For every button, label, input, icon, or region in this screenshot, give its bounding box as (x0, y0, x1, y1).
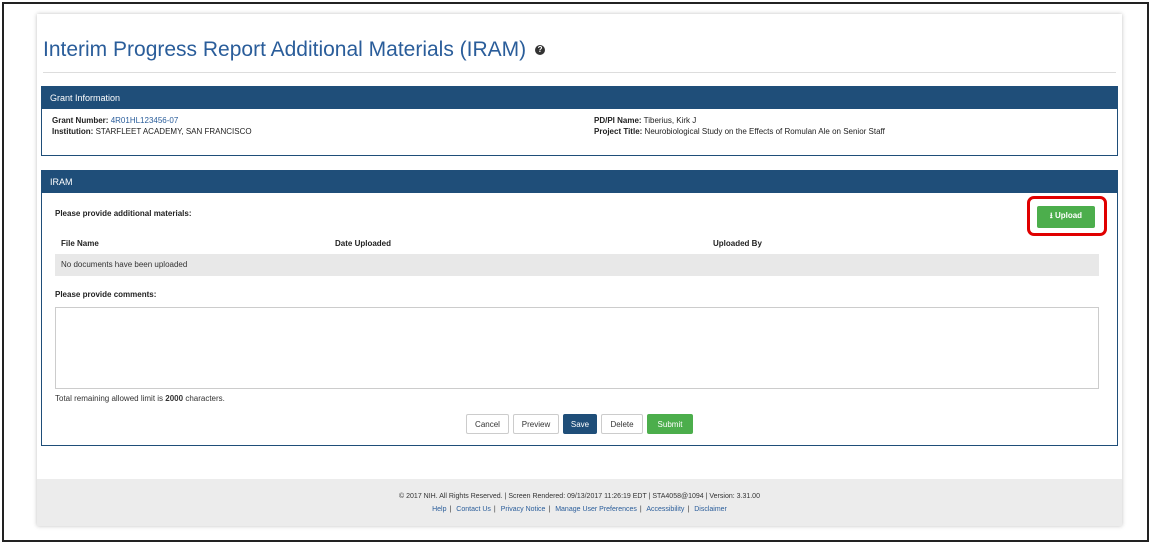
footer-link-manage-user-preferences[interactable]: Manage User Preferences (555, 506, 637, 513)
grant-number-link[interactable]: 4R01HL123456-07 (111, 116, 179, 125)
materials-prompt: Please provide additional materials: (55, 209, 192, 218)
footer-link-accessibility[interactable]: Accessibility (646, 506, 684, 513)
limit-value: 2000 (165, 394, 184, 403)
footer-link-contact-us[interactable]: Contact Us (456, 506, 491, 513)
footer-separator: | (449, 506, 452, 513)
column-header-file-name: File Name (61, 239, 99, 248)
delete-button[interactable]: Delete (601, 414, 643, 434)
footer-separator: | (639, 506, 642, 513)
submit-button[interactable]: Submit (647, 414, 693, 434)
help-icon[interactable]: ? (535, 45, 546, 56)
footer-link-help[interactable]: Help (432, 506, 446, 513)
footer-separator: | (493, 506, 496, 513)
column-header-uploaded-by: Uploaded By (713, 239, 762, 248)
iram-panel-header: IRAM (42, 171, 1117, 193)
column-header-date-uploaded: Date Uploaded (335, 239, 392, 248)
limit-prefix: Total remaining allowed limit is (55, 394, 164, 403)
preview-button[interactable]: Preview (513, 414, 559, 434)
screenshot-frame: Interim Progress Report Additional Mater… (2, 2, 1149, 542)
page-title: Interim Progress Report Additional Mater… (43, 38, 546, 62)
institution-value: STARFLEET ACADEMY, SAN FRANCISCO (95, 127, 252, 136)
page-container: Interim Progress Report Additional Mater… (37, 14, 1122, 526)
institution-label: Institution: (52, 127, 94, 136)
footer-link-disclaimer[interactable]: Disclaimer (694, 506, 727, 513)
footer-separator: | (687, 506, 690, 513)
save-button[interactable]: Save (563, 414, 597, 434)
footer-status-text: © 2017 NIH. All Rights Reserved. | Scree… (399, 493, 760, 500)
footer-links: Help | Contact Us | Privacy Notice | Manage… (37, 506, 1122, 513)
project-title-row: Project Title: Neurobiological Study on … (594, 127, 885, 136)
grant-number-row: Grant Number: 4R01HL123456-07 (52, 116, 178, 125)
grant-number-label: Grant Number: (52, 116, 109, 125)
grant-panel-header: Grant Information (42, 87, 1117, 109)
cancel-button[interactable]: Cancel (466, 414, 509, 434)
character-limit-text: Total remaining allowed limit is 2000 ch… (55, 394, 225, 403)
pdpi-value: Tiberius, Kirk J (643, 116, 697, 125)
page-footer: © 2017 NIH. All Rights Reserved. | Scree… (37, 479, 1122, 526)
footer-link-privacy-notice[interactable]: Privacy Notice (501, 506, 546, 513)
institution-row: Institution: STARFLEET ACADEMY, SAN FRAN… (52, 127, 252, 136)
upload-button[interactable]: ⭳ Upload (1037, 206, 1095, 228)
comments-textarea[interactable] (55, 307, 1099, 389)
comments-prompt: Please provide comments: (55, 290, 157, 299)
empty-documents-row: No documents have been uploaded (55, 254, 1099, 276)
project-title-value: Neurobiological Study on the Effects of … (644, 127, 885, 136)
limit-suffix: characters. (185, 394, 225, 403)
page-title-text: Interim Progress Report Additional Mater… (43, 38, 527, 61)
footer-separator: | (548, 506, 551, 513)
grant-information-panel: Grant Information Grant Number: 4R01HL12… (41, 86, 1118, 156)
title-divider (43, 72, 1116, 73)
pdpi-row: PD/PI Name: Tiberius, Kirk J (594, 116, 696, 125)
pdpi-label: PD/PI Name: (594, 116, 642, 125)
project-title-label: Project Title: (594, 127, 643, 136)
upload-highlight-box: ⭳ Upload (1027, 196, 1107, 236)
